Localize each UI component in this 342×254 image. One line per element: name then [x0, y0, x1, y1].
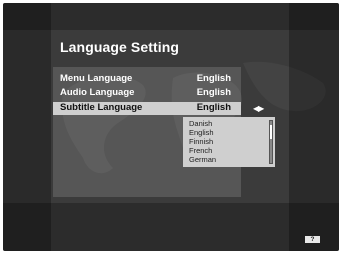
menu-language-row[interactable]: Menu Language English	[53, 73, 241, 86]
help-icon[interactable]: ?	[305, 236, 320, 243]
scrollbar-thumb[interactable]	[270, 125, 272, 139]
frame-band-bottom	[3, 203, 339, 251]
menu-title: Language Setting	[60, 39, 180, 55]
menu-language-value: English	[196, 73, 231, 84]
frame-band-top	[3, 3, 339, 30]
left-right-arrows-icon[interactable]: ◀▶	[253, 104, 264, 113]
audio-language-row[interactable]: Audio Language English	[53, 87, 241, 100]
dropdown-scrollbar[interactable]	[269, 120, 273, 164]
audio-language-label: Audio Language	[60, 87, 135, 98]
dropdown-option[interactable]: German	[189, 155, 216, 164]
tv-screen: Language Setting Menu Language English A…	[3, 3, 339, 251]
subtitle-language-value: English	[196, 102, 231, 113]
subtitle-language-label: Subtitle Language	[60, 102, 143, 113]
dropdown-option[interactable]: French	[189, 146, 212, 155]
subtitle-language-row[interactable]: Subtitle Language English	[53, 102, 241, 115]
dropdown-option[interactable]: English	[189, 128, 214, 137]
dropdown-option[interactable]: Danish	[189, 119, 212, 128]
subtitle-language-dropdown[interactable]: Danish English Finnish French German	[183, 117, 275, 167]
dropdown-option[interactable]: Finnish	[189, 137, 213, 146]
menu-language-label: Menu Language	[60, 73, 133, 84]
audio-language-value: English	[196, 87, 231, 98]
